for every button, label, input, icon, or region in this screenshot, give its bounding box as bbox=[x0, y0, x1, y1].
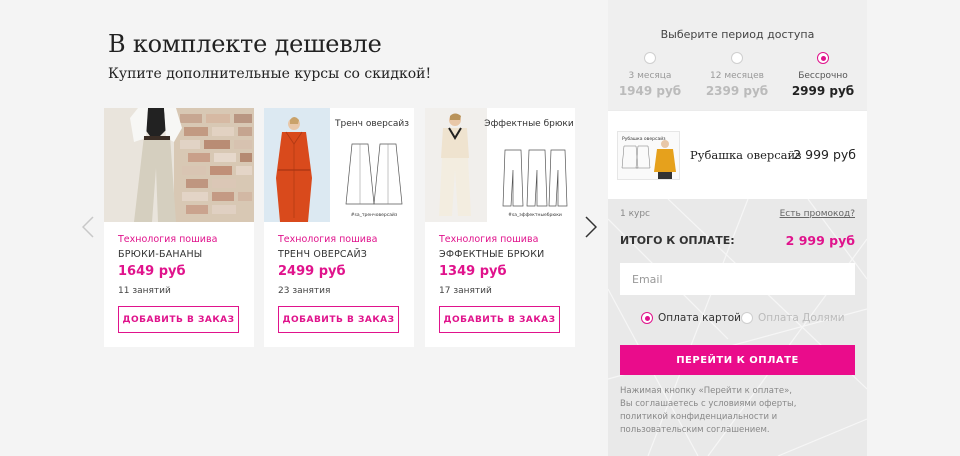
period-label: 3 месяца bbox=[628, 71, 672, 81]
thumbnail-caption: Рубашка оверсайз bbox=[622, 135, 666, 142]
section-subtitle: Купите дополнительные курсы со скидкой! bbox=[108, 66, 432, 82]
image-hashtag: #sa_эффектныебрюки bbox=[508, 212, 562, 218]
radio-icon[interactable] bbox=[644, 52, 656, 64]
card-price: 2499 руб bbox=[278, 264, 346, 279]
page-margin bbox=[867, 0, 960, 456]
legal-note-line: политикой конфиденциальности и bbox=[620, 412, 778, 422]
radio-icon[interactable] bbox=[731, 52, 743, 64]
promo-code-link[interactable]: Есть промокод? bbox=[780, 209, 855, 219]
course-card: Технология пошива БРЮКИ-БАНАНЫ 1649 руб … bbox=[104, 108, 254, 347]
checkout-form: 1 курс Есть промокод? ИТОГО К ОПЛАТЕ: 2 … bbox=[608, 199, 867, 456]
card-lessons-count: 11 занятий bbox=[118, 286, 171, 296]
section-title: В комплекте дешевле bbox=[108, 30, 382, 58]
radio-icon[interactable] bbox=[741, 312, 753, 324]
course-image-banana-pants[interactable] bbox=[104, 108, 254, 222]
card-lessons-count: 23 занятия bbox=[278, 286, 331, 296]
card-category: Технология пошива bbox=[278, 234, 378, 245]
payment-option-label: Оплата Долями bbox=[758, 312, 845, 324]
product-price: 2 999 руб bbox=[793, 147, 856, 162]
card-title[interactable]: ЭФФЕКТНЫЕ БРЮКИ bbox=[439, 249, 544, 260]
radio-selected-icon[interactable] bbox=[641, 312, 653, 324]
period-option-lifetime[interactable]: Бессрочно 2999 руб bbox=[788, 52, 858, 98]
card-lessons-count: 17 занятий bbox=[439, 286, 492, 296]
period-price: 2999 руб bbox=[791, 84, 855, 98]
course-image-trench[interactable]: Тренч оверсайз #sa_тренчоверсайз bbox=[264, 108, 414, 222]
period-label: 12 месяцев bbox=[710, 71, 764, 81]
carousel-next-arrow-icon[interactable] bbox=[585, 216, 598, 238]
add-to-order-button[interactable]: ДОБАВИТЬ В ЗАКАЗ bbox=[118, 306, 239, 333]
period-option-3-months[interactable]: 3 месяца 1949 руб bbox=[615, 52, 685, 98]
period-label: Бессрочно bbox=[798, 71, 848, 81]
total-value: 2 999 руб bbox=[785, 233, 855, 248]
total-label: ИТОГО К ОПЛАТЕ: bbox=[620, 234, 735, 247]
card-title[interactable]: БРЮКИ-БАНАНЫ bbox=[118, 249, 202, 260]
image-caption-title: Эффектные брюки bbox=[484, 119, 574, 129]
card-category: Технология пошива bbox=[439, 234, 539, 245]
email-input[interactable] bbox=[620, 263, 855, 295]
legal-note-line: пользовательским соглашением. bbox=[620, 425, 770, 435]
add-to-order-button[interactable]: ДОБАВИТЬ В ЗАКАЗ bbox=[278, 306, 399, 333]
course-card: Тренч оверсайз #sa_тренчоверсайз Техноло… bbox=[264, 108, 414, 347]
card-title[interactable]: ТРЕНЧ ОВЕРСАЙЗ bbox=[278, 249, 367, 260]
course-card: Эффектные брюки #sa_эффектныебрюки Техно… bbox=[425, 108, 575, 347]
course-image-effect-pants[interactable]: Эффектные брюки #sa_эффектныебрюки bbox=[425, 108, 575, 222]
payment-option-label: Оплата картой bbox=[658, 312, 741, 324]
product-name: Рубашка оверсайз bbox=[690, 148, 802, 162]
product-thumbnail: Рубашка оверсайз bbox=[617, 131, 680, 180]
access-period-title: Выберите период доступа bbox=[660, 28, 815, 41]
payment-option-card[interactable]: Оплата картой bbox=[641, 312, 741, 324]
course-count: 1 курс bbox=[620, 209, 651, 219]
legal-note-line: Вы соглашаетесь с условиями оферты, bbox=[620, 399, 797, 409]
add-to-order-button[interactable]: ДОБАВИТЬ В ЗАКАЗ bbox=[439, 306, 560, 333]
image-hashtag: #sa_тренчоверсайз bbox=[351, 211, 398, 218]
proceed-to-payment-button[interactable]: ПЕРЕЙТИ К ОПЛАТЕ bbox=[620, 345, 855, 375]
card-price: 1649 руб bbox=[118, 264, 186, 279]
payment-option-parts[interactable]: Оплата Долями bbox=[741, 312, 845, 324]
upsell-section: В комплекте дешевле Купите дополнительны… bbox=[0, 0, 608, 456]
cart-product-row: Рубашка оверсайз Рубашка оверсайз 2 999 … bbox=[608, 111, 867, 199]
image-caption-title: Тренч оверсайз bbox=[334, 119, 409, 129]
legal-note: Нажимая кнопку «Перейти к оплате», Вы со… bbox=[620, 385, 855, 437]
period-price: 2399 руб bbox=[705, 84, 769, 98]
carousel-prev-arrow-icon[interactable] bbox=[81, 216, 94, 238]
legal-note-line: Нажимая кнопку «Перейти к оплате», bbox=[620, 386, 793, 396]
order-panel: Выберите период доступа 3 месяца 1949 ру… bbox=[608, 0, 867, 456]
card-category: Технология пошива bbox=[118, 234, 218, 245]
access-period-selector: Выберите период доступа 3 месяца 1949 ру… bbox=[608, 0, 867, 110]
card-price: 1349 руб bbox=[439, 264, 507, 279]
period-option-12-months[interactable]: 12 месяцев 2399 руб bbox=[702, 52, 772, 98]
period-price: 1949 руб bbox=[618, 84, 682, 98]
radio-selected-icon[interactable] bbox=[817, 52, 829, 64]
